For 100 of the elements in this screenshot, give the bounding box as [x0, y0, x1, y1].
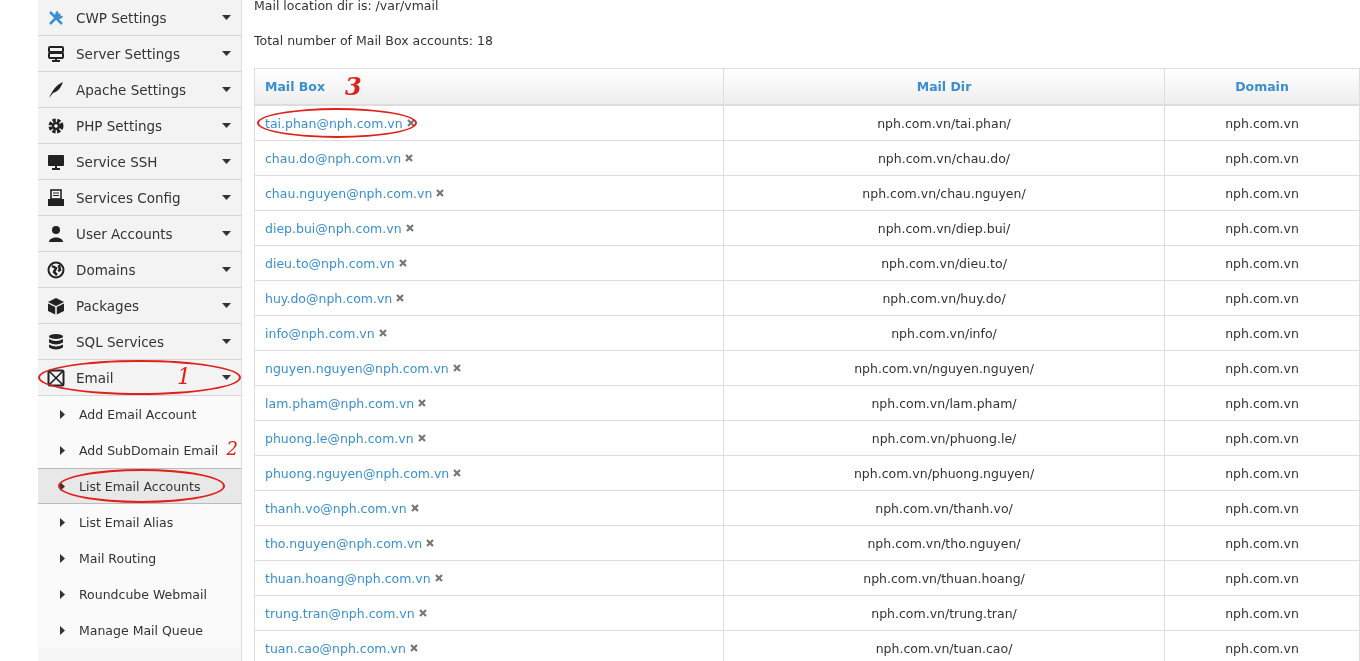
- sidebar-menu-item[interactable]: Services Config: [38, 180, 241, 216]
- submenu-label: List Email Alias: [79, 514, 174, 530]
- caret-icon: [222, 339, 231, 344]
- delete-icon[interactable]: [405, 224, 414, 232]
- mail-dir-text: nph.com.vn/phuong.nguyen/: [853, 465, 1035, 481]
- column-header[interactable]: Mail Box: [265, 79, 325, 94]
- menu-label: PHP Settings: [75, 117, 163, 134]
- mail-dir-text: nph.com.vn/tuan.cao/: [875, 640, 1013, 656]
- mailbox-link[interactable]: diep.bui@nph.com.vn: [265, 220, 402, 236]
- mailbox-link[interactable]: tuan.cao@nph.com.vn: [265, 640, 406, 656]
- sidebar-menu-item[interactable]: SQL Services: [38, 324, 241, 360]
- domain-text: nph.com.vn: [1225, 605, 1299, 621]
- mailbox-link[interactable]: nguyen.nguyen@nph.com.vn: [265, 360, 449, 376]
- mailbox-link[interactable]: trung.tran@nph.com.vn: [265, 605, 415, 621]
- annotation-number: 3: [345, 75, 362, 99]
- drawer-icon: [47, 188, 65, 207]
- caret-icon: [222, 123, 231, 128]
- column-header[interactable]: Mail Dir: [916, 79, 972, 94]
- caret-icon: [222, 15, 231, 20]
- submenu-label: Roundcube Webmail: [79, 586, 207, 602]
- delete-icon[interactable]: [452, 364, 461, 372]
- mailbox-link[interactable]: dieu.to@nph.com.vn: [265, 255, 395, 271]
- sidebar-menu-item[interactable]: PHP Settings: [38, 108, 241, 144]
- menu-label: SQL Services: [75, 333, 164, 350]
- caret-icon: [222, 87, 231, 92]
- domain-text: nph.com.vn: [1225, 115, 1299, 131]
- mailbox-link[interactable]: phuong.le@nph.com.vn: [265, 430, 414, 446]
- mailbox-link[interactable]: lam.pham@nph.com.vn: [265, 395, 415, 411]
- sidebar-menu-item[interactable]: Email 1: [38, 360, 241, 396]
- mailbox-link[interactable]: phuong.nguyen@nph.com.vn: [265, 465, 450, 481]
- delete-icon[interactable]: [436, 189, 445, 197]
- sidebar-menu-item[interactable]: Domains: [38, 252, 241, 288]
- delete-icon[interactable]: [406, 119, 415, 127]
- sidebar-menu-item[interactable]: Service SSH: [38, 144, 241, 180]
- delete-icon[interactable]: [396, 294, 405, 302]
- triangle-icon: [60, 589, 65, 599]
- domain-text: nph.com.vn: [1225, 395, 1299, 411]
- menu-label: Packages: [75, 297, 139, 314]
- submenu-label: List Email Accounts: [79, 478, 201, 494]
- caret-icon: [222, 159, 231, 164]
- envelope-icon: [47, 368, 65, 387]
- sidebar-menu-item[interactable]: Apache Settings: [38, 72, 241, 108]
- delete-icon[interactable]: [453, 469, 462, 477]
- domain-text: nph.com.vn: [1225, 220, 1299, 236]
- mail-dir-text: nph.com.vn/lam.pham/: [871, 395, 1017, 411]
- gear-icon: [47, 116, 65, 135]
- menu-label: Server Settings: [75, 45, 180, 62]
- domain-text: nph.com.vn: [1225, 325, 1299, 341]
- submenu-label: Manage Mail Queue: [79, 622, 204, 638]
- annotation-number: 2: [226, 440, 238, 458]
- mailbox-link[interactable]: thuan.hoang@nph.com.vn: [265, 570, 431, 586]
- mailbox-link[interactable]: info@nph.com.vn: [265, 325, 375, 341]
- delete-icon[interactable]: [417, 434, 426, 442]
- delete-icon[interactable]: [409, 644, 418, 652]
- info-text: Total number of Mail Box accounts: 18: [254, 32, 494, 50]
- triangle-icon: [60, 445, 65, 455]
- delete-icon[interactable]: [426, 539, 435, 547]
- delete-icon[interactable]: [378, 329, 387, 337]
- domain-text: nph.com.vn: [1225, 290, 1299, 306]
- server-icon: [47, 44, 65, 63]
- sidebar-menu-item[interactable]: CWP Settings: [38, 0, 241, 36]
- menu-label: Service SSH: [75, 153, 158, 170]
- mail-dir-text: nph.com.vn/trung.tran/: [871, 605, 1017, 621]
- mail-dir-text: nph.com.vn/chau.do/: [877, 150, 1011, 166]
- mail-dir-text: nph.com.vn/nguyen.nguyen/: [854, 360, 1034, 376]
- mailbox-link[interactable]: chau.nguyen@nph.com.vn: [265, 185, 433, 201]
- sidebar-menu-item[interactable]: User Accounts: [38, 216, 241, 252]
- menu-label: CWP Settings: [75, 9, 167, 26]
- delete-icon[interactable]: [434, 574, 443, 582]
- mailbox-link[interactable]: tai.phan@nph.com.vn: [265, 115, 403, 131]
- domain-text: nph.com.vn: [1225, 500, 1299, 516]
- triangle-icon: [60, 517, 65, 527]
- sidebar-menu-item[interactable]: Packages: [38, 288, 241, 324]
- delete-icon[interactable]: [418, 399, 427, 407]
- mailbox-link[interactable]: huy.do@nph.com.vn: [265, 290, 393, 306]
- box-icon: [47, 296, 65, 315]
- delete-icon[interactable]: [410, 504, 419, 512]
- mail-dir-text: nph.com.vn/tai.phan/: [877, 115, 1011, 131]
- caret-icon: [222, 231, 231, 236]
- wrench-icon: [47, 8, 65, 27]
- domain-text: nph.com.vn: [1225, 255, 1299, 271]
- mail-dir-text: nph.com.vn/thanh.vo/: [875, 500, 1013, 516]
- mailbox-link[interactable]: thanh.vo@nph.com.vn: [265, 500, 407, 516]
- triangle-icon: [60, 481, 65, 491]
- triangle-icon: [60, 409, 65, 419]
- mail-dir-text: nph.com.vn/info/: [891, 325, 997, 341]
- caret-icon: [222, 303, 231, 308]
- submenu-item[interactable]: List Email Accounts: [38, 468, 241, 504]
- delete-icon[interactable]: [418, 609, 427, 617]
- domain-text: nph.com.vn: [1225, 640, 1299, 656]
- delete-icon[interactable]: [405, 154, 414, 162]
- mail-dir-text: nph.com.vn/tho.nguyen/: [867, 535, 1021, 551]
- mailbox-link[interactable]: chau.do@nph.com.vn: [265, 150, 402, 166]
- mail-dir-text: nph.com.vn/huy.do/: [882, 290, 1006, 306]
- column-header[interactable]: Domain: [1235, 79, 1289, 94]
- monitor-icon: [47, 152, 65, 171]
- mailbox-link[interactable]: tho.nguyen@nph.com.vn: [265, 535, 423, 551]
- sidebar-menu-item[interactable]: Server Settings: [38, 36, 241, 72]
- delete-icon[interactable]: [398, 259, 407, 267]
- triangle-icon: [60, 553, 65, 563]
